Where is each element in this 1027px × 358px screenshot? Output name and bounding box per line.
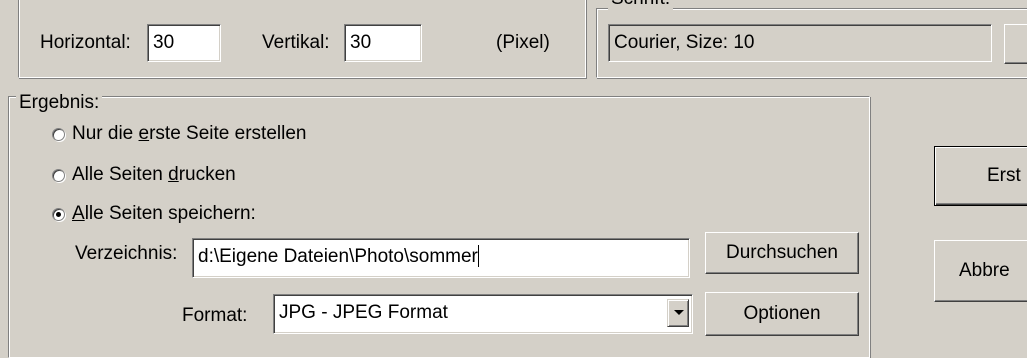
radio-save-all-circle[interactable]	[52, 208, 65, 221]
text-caret	[477, 245, 479, 267]
unit-label: (Pixel)	[496, 32, 550, 53]
horizontal-label: Horizontal:	[40, 32, 131, 53]
directory-input-text: d:\Eigene Dateien\Photo\sommer	[198, 246, 478, 267]
create-button[interactable]: Erst	[934, 146, 1027, 206]
font-select-button[interactable]	[1004, 24, 1027, 64]
directory-label: Verzeichnis:	[75, 243, 178, 264]
radio-first-page-label: Nur die erste Seite erstellen	[72, 123, 307, 144]
format-select[interactable]: JPG - JPEG Format	[273, 294, 693, 334]
options-button[interactable]: Optionen	[705, 292, 859, 336]
radio-selected-dot	[56, 212, 61, 217]
font-group-legend: Schrift:	[608, 0, 674, 10]
radio-print-all-circle[interactable]	[52, 169, 65, 182]
horizontal-input[interactable]: 30	[147, 24, 221, 62]
directory-input[interactable]: d:\Eigene Dateien\Photo\sommer	[192, 238, 690, 278]
format-select-value: JPG - JPEG Format	[279, 302, 448, 323]
result-group-legend: Ergebnis:	[16, 92, 103, 114]
chevron-down-icon	[674, 310, 684, 315]
browse-button[interactable]: Durchsuchen	[705, 232, 859, 274]
vertical-label: Vertikal:	[262, 32, 330, 53]
radio-first-page-circle[interactable]	[52, 128, 65, 141]
vertical-input[interactable]: 30	[344, 24, 422, 62]
radio-save-all-label: Alle Seiten speichern:	[72, 203, 256, 224]
cancel-button[interactable]: Abbre	[934, 240, 1027, 302]
format-label: Format:	[182, 305, 248, 326]
format-dropdown-button[interactable]	[667, 299, 689, 327]
font-display: Courier, Size: 10	[608, 24, 992, 62]
radio-print-all-label: Alle Seiten drucken	[72, 164, 236, 185]
